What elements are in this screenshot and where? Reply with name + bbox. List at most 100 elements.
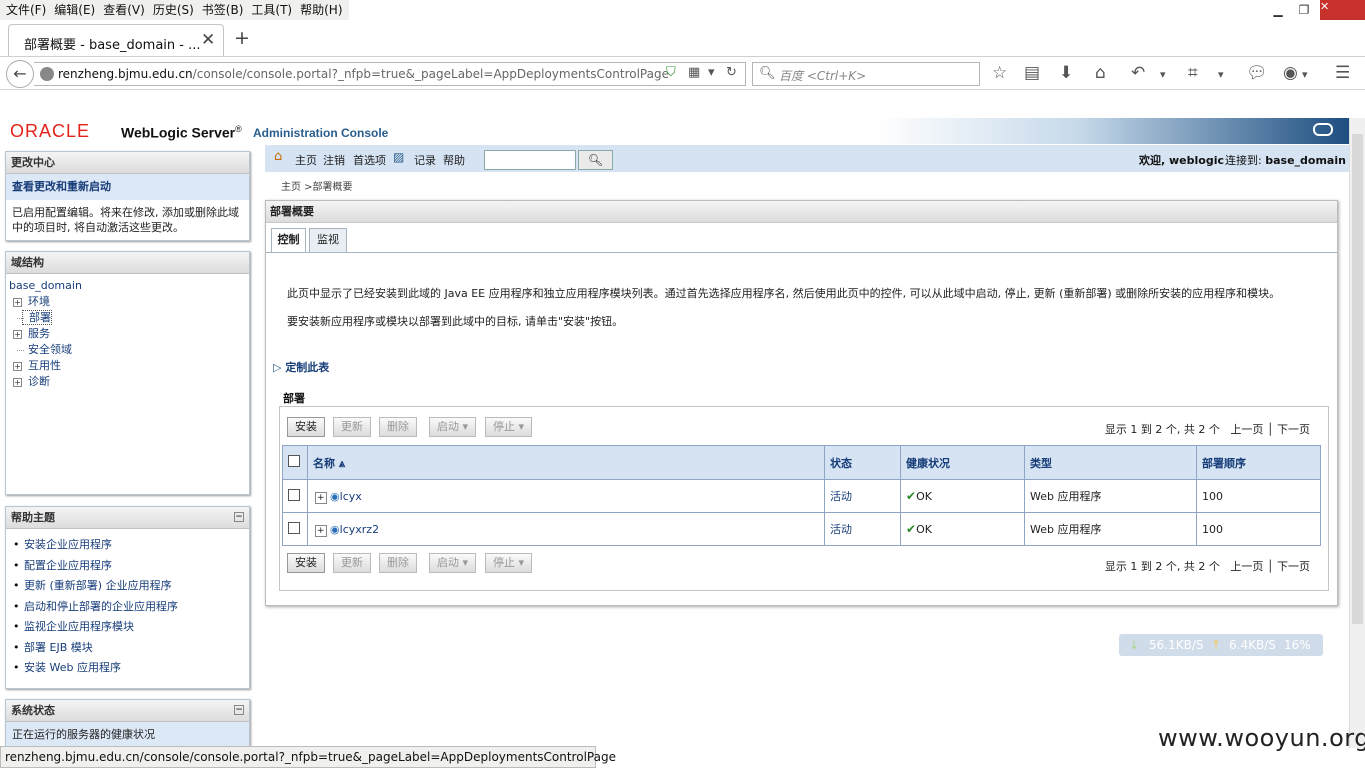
chat-icon[interactable]: 💬︎ [1246,63,1268,83]
update-button-bottom[interactable]: 更新 [333,553,371,573]
tree-item-interoperability[interactable]: + 互用性 [8,358,247,374]
dropdown-icon[interactable]: ▾ [708,65,715,80]
install-button-bottom[interactable]: 安装 [287,553,325,573]
row-checkbox[interactable] [288,488,300,501]
delete-button-bottom[interactable]: 删除 [379,553,417,573]
help-link[interactable]: 启动和停止部署的企业应用程序 [12,597,249,618]
view-changes-link[interactable]: 查看更改和重新启动 [6,174,249,200]
state-link[interactable]: 活动 [830,523,852,536]
next-page-link[interactable]: 下一页 [1277,423,1310,436]
help-link[interactable]: 安装 Web 应用程序 [12,658,249,679]
col-state[interactable]: 状态 [824,445,901,480]
collapse-icon[interactable]: − [234,512,244,522]
col-type[interactable]: 类型 [1024,445,1197,480]
restore-icon[interactable]: ❐ [1290,0,1318,20]
menu-file[interactable]: 文件(F) [4,0,52,20]
console-search-button[interactable]: 🔍︎ [578,150,613,170]
collapse-icon[interactable]: − [234,705,244,715]
tab-monitoring[interactable]: 监视 [309,228,347,252]
app-name-link[interactable]: lcyxrz2 [340,523,379,536]
minimize-icon[interactable]: ▁ [1264,0,1292,20]
expand-icon[interactable]: + [13,362,22,371]
expand-icon[interactable]: + [13,298,22,307]
search-bar[interactable]: 🔍︎ 百度 <Ctrl+K> [752,62,980,86]
extension-icon[interactable]: ◉ [1283,63,1298,83]
help-link[interactable]: 监视企业应用程序模块 [12,617,249,638]
crop-icon[interactable]: ⌗ [1188,63,1198,83]
reading-list-icon[interactable]: ▤ [1024,63,1040,83]
tab-control[interactable]: 控制 [271,228,306,253]
home-icon[interactable]: ⌂ [274,149,282,164]
app-name-link[interactable]: lcyx [340,490,362,503]
shield-icon[interactable]: ⛉ [666,65,676,80]
stop-button[interactable]: 停止 ▾ [485,417,532,437]
preferences-link[interactable]: 首选项 [353,152,386,168]
vertical-scrollbar[interactable] [1349,118,1365,748]
col-health[interactable]: 健康状况 [900,445,1025,480]
tree-item-environment[interactable]: + 环境 [8,294,247,310]
help-link[interactable]: 部署 EJB 模块 [12,638,249,659]
scrollbar-thumb[interactable] [1352,134,1363,624]
record-link[interactable]: 记录 [414,152,436,168]
home-icon[interactable]: ⌂ [1095,63,1106,83]
start-button[interactable]: 启动 ▾ [429,417,476,437]
menu-tools[interactable]: 工具(T) [249,0,298,20]
prev-page-link[interactable]: 上一页 [1230,560,1263,573]
col-order[interactable]: 部署顺序 [1196,445,1321,480]
tab-close-icon[interactable]: ✕ [201,30,215,50]
row-checkbox[interactable] [288,521,300,534]
start-button-bottom[interactable]: 启动 ▾ [429,553,476,573]
tree-item-services[interactable]: + 服务 [8,326,247,342]
menu-help[interactable]: 帮助(H) [298,0,348,20]
download-icon[interactable]: ⬇ [1059,63,1073,83]
select-all-checkbox[interactable] [288,455,300,467]
help-link[interactable]: 安装企业应用程序 [12,535,249,556]
menu-history[interactable]: 历史(S) [151,0,200,20]
tree-item-deployments[interactable]: 部署 [8,310,247,326]
update-button[interactable]: 更新 [333,417,371,437]
back-arrow-icon[interactable]: ← [6,60,34,88]
close-window-icon[interactable]: ✕ [1320,0,1365,20]
col-name[interactable]: 名称 ⩓ [307,445,825,480]
state-link[interactable]: 活动 [830,490,852,503]
record-icon[interactable]: ▨ [393,150,404,164]
next-page-link[interactable]: 下一页 [1277,560,1310,573]
install-button[interactable]: 安装 [287,417,325,437]
undo-dropdown-icon[interactable]: ▾ [1160,68,1166,81]
menu-view[interactable]: 查看(V) [101,0,151,20]
undo-icon[interactable]: ↶ [1131,63,1145,83]
reload-icon[interactable]: ↻ [726,65,737,80]
expand-icon[interactable]: + [315,491,327,504]
help-link[interactable]: 帮助 [443,152,465,168]
home-link[interactable]: 主页 [295,152,317,168]
customize-table-link[interactable]: ▷ 定制此表 [273,359,329,375]
sort-icon[interactable]: ⩓ [339,457,345,470]
stop-button-bottom[interactable]: 停止 ▾ [485,553,532,573]
menu-edit[interactable]: 编辑(E) [52,0,101,20]
new-tab-icon[interactable]: + [234,27,250,49]
url-bar[interactable]: renzheng.bjmu.edu.cn/console/console.por… [34,62,746,86]
expand-icon[interactable]: + [315,524,327,537]
tree-root-base-domain[interactable]: base_domain [8,278,247,294]
tree-item-diagnostics[interactable]: + 诊断 [8,374,247,390]
tree-item-security-realms[interactable]: 安全领域 [8,342,247,358]
expand-icon[interactable]: + [13,378,22,387]
hamburger-menu-icon[interactable]: ☰ [1335,63,1350,83]
logout-link[interactable]: 注销 [323,152,345,168]
console-search-input[interactable] [484,150,576,170]
help-link[interactable]: 配置企业应用程序 [12,556,249,577]
menu-bookmarks[interactable]: 书签(B) [200,0,250,20]
network-monitor[interactable]: ↓ 56.1KB/S ↑ 6.4KB/S 16% [1119,634,1323,656]
help-link[interactable]: 更新 (重新部署) 企业应用程序 [12,576,249,597]
expand-icon[interactable]: + [13,330,22,339]
bookmark-bar [0,91,1365,118]
delete-button[interactable]: 删除 [379,417,417,437]
breadcrumb[interactable]: 主页 >部署概要 [281,178,353,193]
browser-tab[interactable]: 部署概要 - base_domain - ... ✕ [8,24,224,56]
crop-dropdown-icon[interactable]: ▾ [1218,68,1224,81]
domain-structure-panel: 域结构 base_domain + 环境 部署 + 服务 安全领域 + 互用性 + 诊断 [5,251,250,495]
extension-dropdown-icon[interactable]: ▾ [1302,68,1308,81]
bookmark-star-icon[interactable]: ☆ [992,63,1007,83]
qrcode-icon[interactable]: ▦ [688,65,700,80]
prev-page-link[interactable]: 上一页 [1230,423,1263,436]
